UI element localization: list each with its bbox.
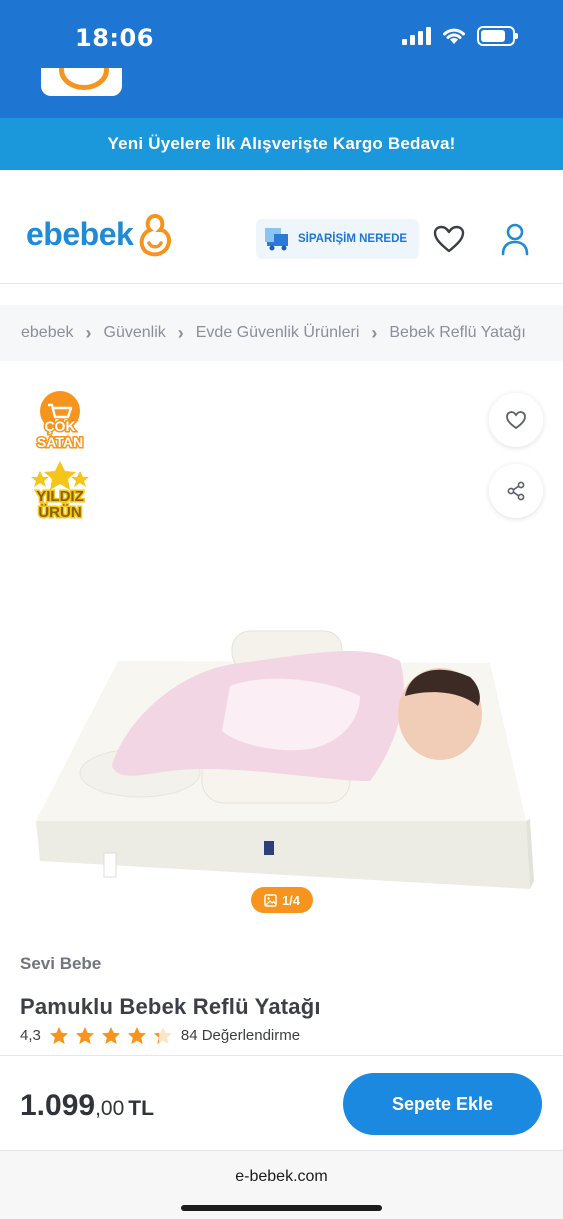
order-tracking-label: SİPARİŞİM NEREDE [298,233,408,245]
promo-text: Yeni Üyelere İlk Alışverişte Kargo Bedav… [107,134,456,153]
chevron-right-icon: › [85,322,92,343]
price-cents: ,00 [95,1097,125,1120]
home-indicator[interactable] [181,1205,382,1211]
account-button[interactable] [500,222,530,261]
star-icon [153,1027,172,1044]
share-button[interactable] [489,464,543,518]
breadcrumb-item[interactable]: Bebek Reflü Yatağı [389,324,525,342]
bestseller-badge: ÇOK SATAN [35,391,85,452]
heart-icon [433,225,465,253]
ebebek-logo[interactable]: ebebek [26,210,173,258]
star-icon [75,1027,94,1044]
status-time: 18:06 [75,24,154,52]
add-to-favorites-button[interactable] [489,393,543,447]
favorites-button[interactable] [432,224,466,259]
browser-address-bar[interactable]: e-bebek.com [0,1150,563,1219]
chevron-right-icon: › [371,322,378,343]
logo-text: ebebek [26,215,134,252]
product-price: 1.099,00 TL [20,1089,154,1123]
product-gallery[interactable]: ÇOK SATAN YILDIZ ÜRÜN [0,361,563,941]
bestseller-badge-line2: SATAN [37,434,83,450]
star-icon [49,1027,68,1044]
breadcrumb-item[interactable]: Güvenlik [104,324,166,342]
price-currency: TL [128,1097,154,1120]
rating-stars [49,1026,173,1045]
status-icons [402,26,518,46]
image-counter[interactable]: 1/4 [251,887,313,913]
star-product-badge: YILDIZ ÜRÜN [31,461,89,521]
share-icon [507,481,525,501]
site-header: ebebek SİPARİŞİM NEREDE [0,170,563,284]
star-badge-line2: ÜRÜN [38,504,81,521]
product-title: Pamuklu Bebek Reflü Yatağı [20,994,321,1019]
review-count[interactable]: 84 Değerlendirme [181,1027,300,1044]
breadcrumb: ebebek › Güvenlik › Evde Güvenlik Ürünle… [0,305,563,361]
star-icon [127,1027,146,1044]
promo-banner[interactable]: Yeni Üyelere İlk Alışverişte Kargo Bedav… [0,118,563,170]
delivery-truck-icon [265,228,288,251]
heart-outline-icon [506,411,526,430]
bestseller-badge-line1: ÇOK [44,418,75,434]
price-main: 1.099 [20,1089,96,1122]
product-brand[interactable]: Sevi Bebe [20,954,101,974]
image-counter-text: 1/4 [281,892,301,908]
add-to-cart-button[interactable]: Sepete Ekle [343,1073,542,1135]
add-to-cart-label: Sepete Ekle [391,1093,494,1114]
divider [0,1055,563,1056]
breadcrumb-item[interactable]: ebebek [21,324,74,342]
user-icon [501,223,529,256]
battery-icon [477,26,518,46]
logo-mark-icon [139,213,172,257]
star-badge-line1: YILDIZ [36,488,84,505]
cellular-signal-icon [402,27,431,45]
star-icon [101,1027,120,1044]
breadcrumb-item[interactable]: Evde Güvenlik Ürünleri [196,324,360,342]
wifi-icon [443,28,465,44]
order-tracking-button[interactable]: SİPARİŞİM NEREDE [256,219,419,259]
chevron-right-icon: › [177,322,184,343]
image-icon [264,893,277,907]
rating-row[interactable]: 4,3 84 Değerlendirme [20,1026,300,1045]
product-image[interactable] [0,481,563,901]
app-logo-partial [41,68,122,96]
browser-url[interactable]: e-bebek.com [0,1168,563,1186]
status-bar: 18:06 [0,0,563,118]
rating-score: 4,3 [20,1027,41,1044]
